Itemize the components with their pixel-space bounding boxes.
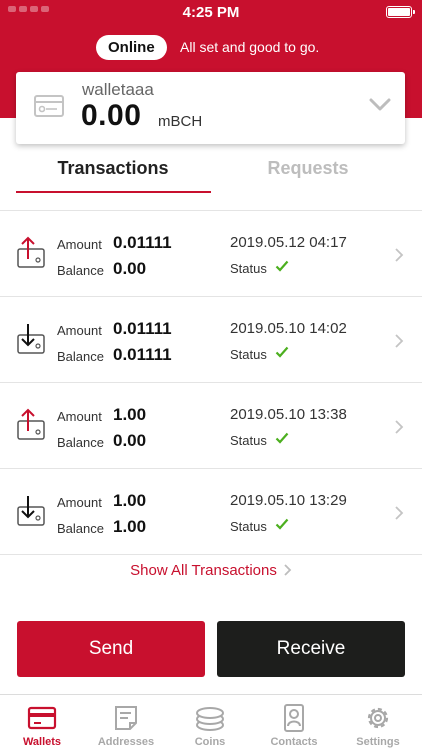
transaction-datetime: 2019.05.10 14:02 [230,320,347,337]
amount-value: 0.01111 [113,319,172,338]
tab-transactions[interactable]: Transactions [16,150,210,194]
receive-arrow-icon [17,324,45,354]
checkmark-icon [275,346,289,358]
coins-icon [196,707,224,731]
transaction-row[interactable]: Amount 1.00 Balance 0.00 2019.05.10 13:3… [0,383,422,469]
online-message: All set and good to go. [180,39,320,55]
wallet-balance: 0.00 [81,99,142,132]
send-button[interactable]: Send [17,621,205,677]
online-badge: Online [96,35,167,60]
balance-value: 0.00 [113,259,147,278]
wallet-name: walletaaa [82,80,154,99]
tabbar-item-wallets[interactable]: Wallets [0,695,84,750]
receive-arrow-icon [17,496,45,526]
chevron-right-icon [395,334,404,348]
amount-label: Amount [57,409,102,424]
transaction-datetime: 2019.05.12 04:17 [230,234,347,251]
amount-value: 1.00 [113,405,147,424]
transaction-datetime: 2019.05.10 13:38 [230,406,347,423]
status-label: Status [230,347,267,362]
transaction-time: 13:38 [309,406,347,423]
balance-value: 0.00 [113,431,147,450]
chevron-down-icon[interactable] [369,98,391,112]
balance-label: Balance [57,349,104,364]
tabbar-label: Contacts [270,736,318,748]
balance-label: Balance [57,435,104,450]
tabbar-label: Wallets [22,736,62,748]
settings-icon [367,707,389,729]
transaction-row[interactable]: Amount 0.01111 Balance 0.00 2019.05.12 0… [0,211,422,297]
transaction-row[interactable]: Amount 1.00 Balance 1.00 2019.05.10 13:2… [0,469,422,555]
send-arrow-icon [17,408,45,440]
bottom-tab-bar: Wallets Addresses Coins Contacts Setting… [0,694,422,750]
checkmark-icon [275,260,289,272]
wallet-icon [27,706,57,730]
transaction-date: 2019.05.10 [230,492,306,509]
transaction-date: 2019.05.10 [230,406,306,423]
amount-label: Amount [57,495,102,510]
transaction-time: 04:17 [309,234,347,251]
chevron-right-icon [395,420,404,434]
contacts-icon [284,704,304,732]
wallet-unit: mBCH [158,113,203,130]
amount-label: Amount [57,323,102,338]
balance-label: Balance [57,521,104,536]
receive-button[interactable]: Receive [217,621,405,677]
tabbar-label: Coins [194,736,226,748]
tabbar-label: Addresses [97,736,155,748]
amount-value: 0.01111 [113,233,172,252]
wallet-selector[interactable]: walletaaa 0.00 mBCH [16,72,405,144]
show-all-label: Show All Transactions [130,562,277,579]
tabbar-item-coins[interactable]: Coins [168,695,252,750]
transaction-row[interactable]: Amount 0.01111 Balance 0.01111 2019.05.1… [0,297,422,383]
chevron-right-icon [284,564,292,576]
status-bar: 4:25 PM [0,0,422,24]
battery-icon [386,6,415,18]
balance-value: 1.00 [113,517,147,536]
send-arrow-icon [17,236,45,268]
status-label: Status [230,433,267,448]
status-label: Status [230,519,267,534]
tabbar-item-contacts[interactable]: Contacts [252,695,336,750]
balance-label: Balance [57,263,104,278]
tab-requests[interactable]: Requests [211,150,405,194]
tabbar-item-settings[interactable]: Settings [336,695,420,750]
addresses-icon [115,706,137,730]
transaction-time: 13:29 [309,492,347,509]
chevron-right-icon [395,506,404,520]
checkmark-icon [275,432,289,444]
status-label: Status [230,261,267,276]
transaction-time: 14:02 [309,320,347,337]
wallet-card-icon [34,95,64,117]
checkmark-icon [275,518,289,530]
amount-label: Amount [57,237,102,252]
amount-value: 1.00 [113,491,147,510]
tabbar-item-addresses[interactable]: Addresses [84,695,168,750]
balance-value: 0.01111 [113,345,172,364]
transaction-date: 2019.05.12 [230,234,306,251]
transaction-datetime: 2019.05.10 13:29 [230,492,347,509]
status-time: 4:25 PM [182,4,240,21]
tab-active-indicator [16,191,211,193]
chevron-right-icon [395,248,404,262]
transaction-date: 2019.05.10 [230,320,306,337]
show-all-transactions-link[interactable]: Show All Transactions [0,562,422,579]
segment-tabs: Transactions Requests [16,150,405,194]
tabbar-label: Settings [356,736,400,748]
